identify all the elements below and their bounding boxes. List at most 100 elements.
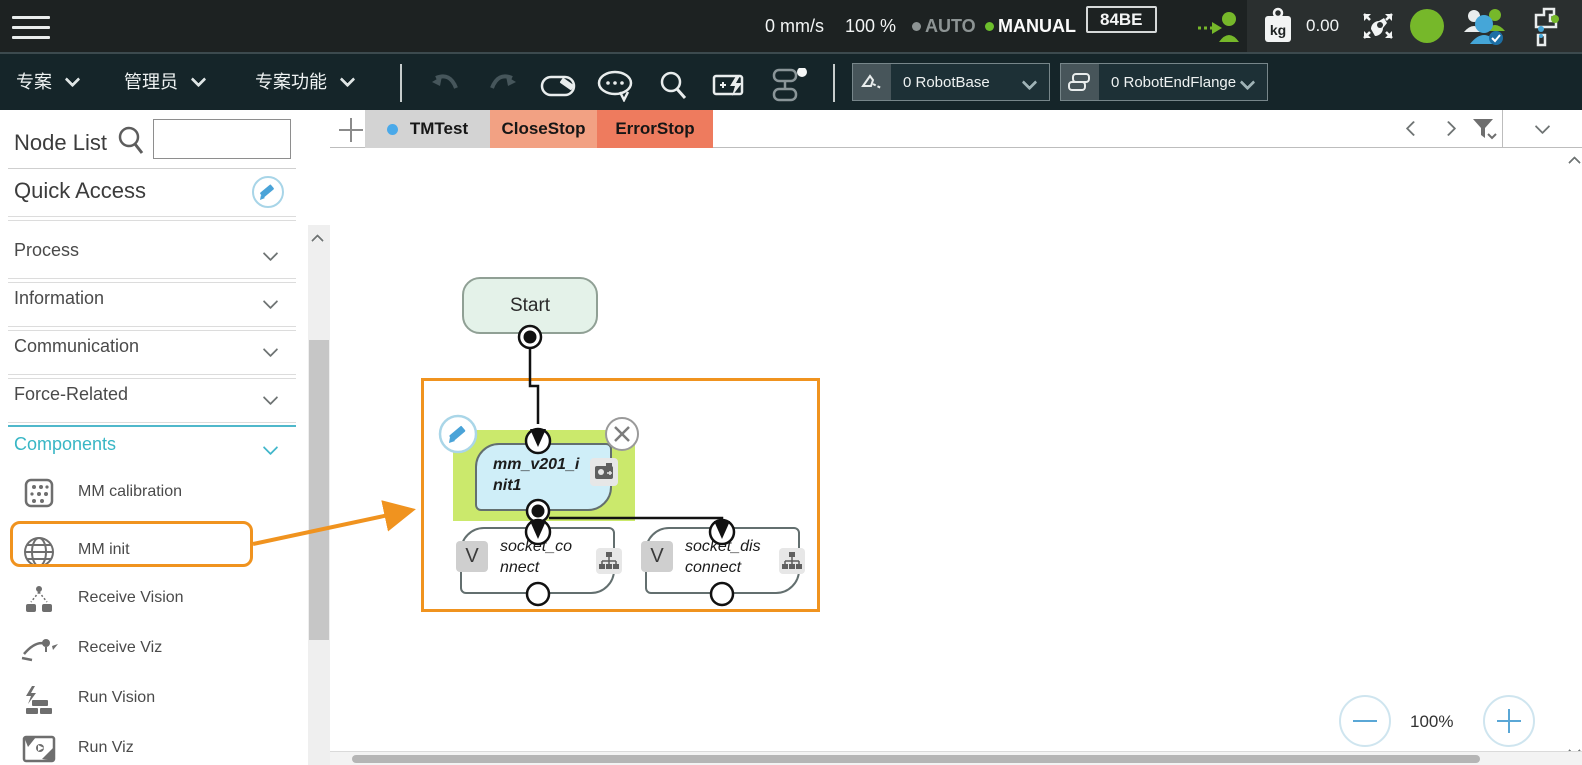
component-item-receive-viz[interactable]: Receive Viz: [0, 628, 300, 672]
manual-dot-icon: [985, 21, 994, 31]
undo-icon[interactable]: [428, 72, 462, 96]
sidebar-section-process[interactable]: Process: [14, 240, 294, 274]
payload-kg-icon[interactable]: kg: [1260, 7, 1296, 45]
connect-user-icon[interactable]: [1196, 8, 1240, 44]
node-search-input[interactable]: [153, 119, 291, 159]
zoom-level-value: 100%: [1410, 712, 1454, 731]
component-item-run-vision[interactable]: Run Vision: [0, 678, 300, 722]
chevron-down-icon: [262, 389, 279, 406]
flow-tab-bar: TMTest CloseStop ErrorStop: [330, 110, 1582, 148]
edit-node-button[interactable]: [438, 414, 478, 454]
component-item-mm-init[interactable]: MM init: [0, 530, 300, 574]
socket-connect-subflow-icon: [596, 548, 622, 574]
sidebar-section-communication[interactable]: Communication: [14, 336, 294, 370]
component-item-mm-calibration[interactable]: MM calibration: [0, 472, 300, 516]
component-item-receive-vision[interactable]: Receive Vision: [0, 578, 300, 622]
mm-node-component-icon: [590, 458, 618, 486]
project-menu[interactable]: 专案: [16, 54, 81, 110]
node-start[interactable]: Start: [462, 277, 598, 334]
robot-end-flange-value: 0 RobotEndFlange: [1111, 73, 1237, 91]
toolbar-divider: [833, 64, 835, 102]
divider: [8, 374, 296, 379]
robot-base-icon: [853, 64, 891, 100]
chevron-down-icon: [64, 71, 81, 88]
delete-node-button[interactable]: [604, 416, 640, 452]
mm-init-icon: [24, 537, 54, 567]
app-window: 0 mm/s 100 % AUTO MANUAL 84BE kg 0.00 专案…: [0, 0, 1582, 765]
divider: [8, 278, 296, 283]
auto-mode-indicator[interactable]: AUTO: [912, 0, 976, 52]
chevron-down-icon: [262, 439, 279, 456]
toolbar-divider: [400, 64, 402, 102]
tab-errorstop[interactable]: ErrorStop: [597, 110, 713, 148]
tab-closestop[interactable]: CloseStop: [490, 110, 597, 148]
io-simulator-icon[interactable]: [712, 72, 750, 98]
hamburger-menu-icon[interactable]: [12, 9, 50, 46]
minus-icon: [1353, 720, 1377, 722]
filter-icon[interactable]: [1472, 118, 1498, 142]
collapse-panel-button[interactable]: [1502, 110, 1582, 148]
canvas-scroll-up-icon[interactable]: [1568, 156, 1581, 169]
robot-id-badge[interactable]: 84BE: [1086, 6, 1157, 33]
auto-dot-icon: [912, 21, 921, 31]
flow-overview-icon[interactable]: [768, 68, 812, 102]
sidebar-scrollbar-thumb[interactable]: [309, 340, 329, 640]
node-list-sidebar: Node List Quick Access Process Informati…: [0, 110, 330, 765]
chevron-down-icon: [262, 293, 279, 310]
sidebar-title: Node List: [14, 130, 107, 155]
robot-arm-icon[interactable]: [1522, 5, 1562, 47]
robot-speed-value: 0 mm/s: [765, 16, 825, 36]
tab-scroll-left-icon[interactable]: [1405, 120, 1422, 137]
add-tab-icon[interactable]: [338, 117, 364, 143]
top-status-bar: 0 mm/s 100 % AUTO MANUAL 84BE kg 0.00: [0, 0, 1582, 52]
payload-value: 0.00: [1306, 16, 1340, 35]
robot-base-dropdown[interactable]: 0 RobotBase: [852, 63, 1050, 101]
receive-viz-icon: [21, 639, 58, 662]
divider: [8, 168, 296, 169]
tab-status-dot: [386, 123, 398, 135]
robot-base-value: 0 RobotBase: [903, 73, 990, 91]
divider: [8, 216, 296, 221]
sidebar-section-force-related[interactable]: Force-Related: [14, 384, 294, 418]
socket-connect-var-badge: V: [456, 541, 488, 572]
chevron-down-icon: [1239, 74, 1256, 90]
socket-disconnect-subflow-icon: [779, 548, 805, 574]
status-circle-icon[interactable]: [1410, 9, 1444, 43]
robot-end-flange-dropdown[interactable]: 0 RobotEndFlange: [1060, 63, 1268, 101]
component-item-run-viz[interactable]: Run Viz: [0, 728, 300, 765]
tab-tmtest[interactable]: TMTest: [365, 110, 490, 148]
chevron-down-icon: [190, 71, 207, 88]
quick-access-label: Quick Access: [14, 178, 147, 203]
tab-scroll-right-icon[interactable]: [1440, 120, 1457, 137]
users-group-icon[interactable]: [1462, 6, 1508, 46]
quick-access-edit-icon[interactable]: [250, 174, 286, 210]
search-icon[interactable]: [658, 70, 688, 102]
mm-calibration-icon: [24, 478, 54, 508]
chevron-down-icon: [1534, 118, 1551, 135]
manual-mode-indicator[interactable]: MANUAL: [985, 0, 1076, 52]
socket-disconnect-var-badge: V: [641, 541, 673, 572]
collision-settings-icon[interactable]: [1358, 8, 1398, 44]
account-menu[interactable]: 管理员: [124, 54, 207, 110]
speed-percent-value: 100 %: [845, 16, 897, 36]
zoom-out-button[interactable]: [1339, 695, 1391, 747]
sidebar-section-information[interactable]: Information: [14, 288, 294, 322]
redo-icon[interactable]: [486, 72, 520, 96]
menu-toolbar: 专案 管理员 专案功能 0 RobotBase 0 RobotEndFlange: [0, 52, 1582, 110]
node-search-icon[interactable]: [117, 126, 145, 156]
run-viz-icon: [22, 735, 56, 763]
chevron-down-icon: [339, 71, 356, 88]
comment-icon[interactable]: [596, 70, 636, 102]
divider: [8, 422, 296, 427]
canvas-hscrollbar-thumb[interactable]: [352, 755, 1480, 763]
sidebar-section-components[interactable]: Components: [14, 434, 294, 468]
run-vision-icon: [26, 686, 52, 714]
project-function-menu[interactable]: 专案功能: [255, 54, 356, 110]
receive-vision-icon: [26, 586, 52, 612]
chevron-down-icon: [1021, 74, 1038, 90]
zoom-in-button[interactable]: [1483, 695, 1535, 747]
edit-node-icon[interactable]: [540, 74, 580, 98]
canvas-hscrollbar[interactable]: [330, 751, 1582, 765]
svg-text:kg: kg: [1270, 22, 1286, 38]
robot-end-flange-icon: [1061, 64, 1099, 100]
